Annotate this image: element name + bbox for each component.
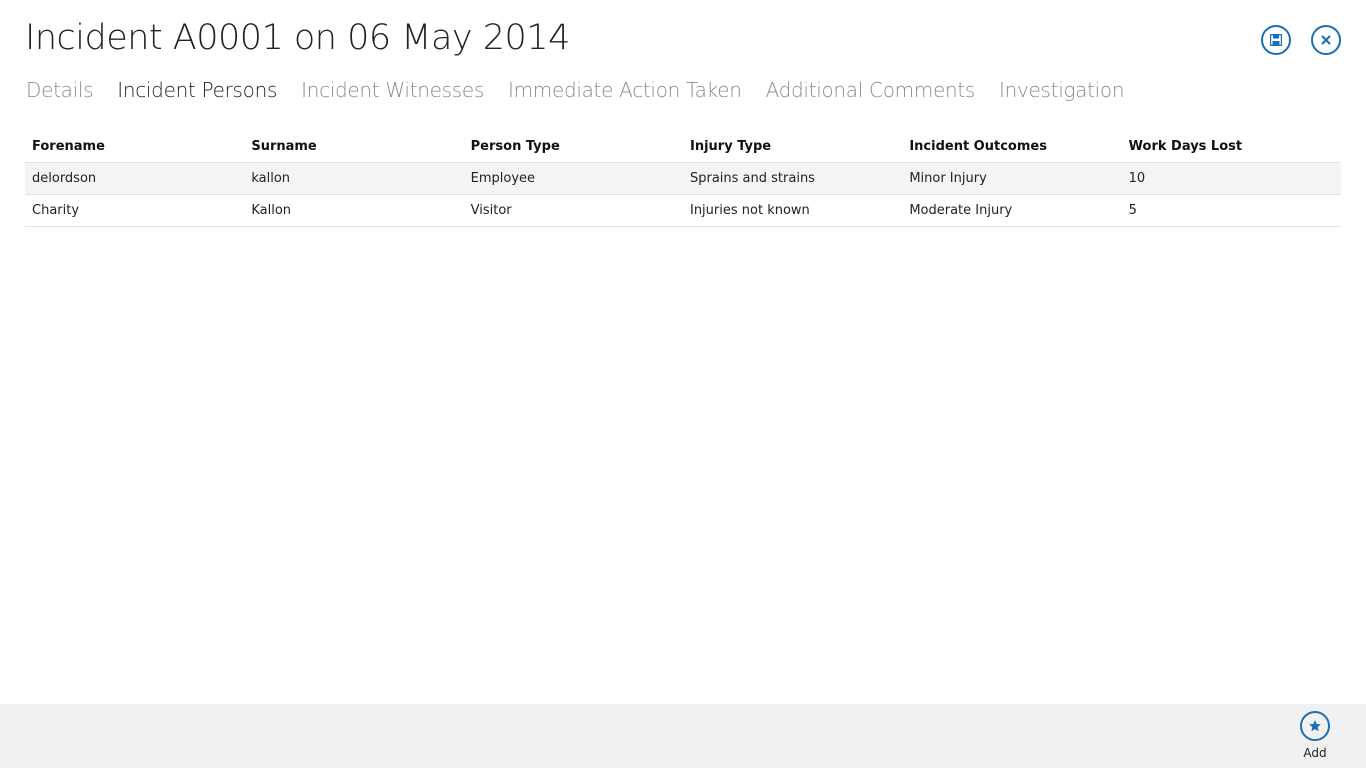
- tab-immediate-action-taken[interactable]: Immediate Action Taken: [508, 78, 742, 102]
- close-icon: [1321, 35, 1331, 45]
- column-header-person-type[interactable]: Person Type: [463, 132, 683, 163]
- tab-bar: Details Incident Persons Incident Witnes…: [26, 78, 1148, 102]
- incident-page: Incident A0001 on 06 May 2014 Details In…: [0, 0, 1366, 768]
- add-button[interactable]: Add: [1300, 711, 1330, 760]
- save-icon: [1270, 34, 1282, 46]
- cell-work-days-lost: 10: [1128, 171, 1146, 186]
- cell-person-type: Visitor: [470, 203, 512, 218]
- column-header-incident-outcomes[interactable]: Incident Outcomes: [902, 132, 1122, 163]
- bottom-app-bar: Add: [0, 704, 1366, 768]
- column-header-injury-type[interactable]: Injury Type: [682, 132, 903, 163]
- cell-forename: delordson: [32, 171, 97, 186]
- cell-incident-outcomes: Minor Injury: [909, 171, 987, 186]
- cell-incident-outcomes: Moderate Injury: [909, 203, 1013, 218]
- table-header-row: Forename Surname Person Type Injury Type…: [25, 132, 1341, 163]
- cell-person-type: Employee: [470, 171, 536, 186]
- column-header-surname[interactable]: Surname: [244, 132, 464, 163]
- cell-forename: Charity: [32, 203, 80, 218]
- save-button[interactable]: [1261, 25, 1291, 55]
- tab-incident-witnesses[interactable]: Incident Witnesses: [301, 78, 484, 102]
- add-button-circle[interactable]: [1300, 711, 1330, 741]
- star-icon: [1309, 720, 1321, 732]
- cell-surname: Kallon: [251, 203, 292, 218]
- cell-injury-type: Sprains and strains: [689, 171, 815, 186]
- cell-surname: kallon: [251, 171, 291, 186]
- add-button-label: Add: [1303, 746, 1327, 760]
- column-header-forename[interactable]: Forename: [25, 132, 245, 163]
- incident-persons-table: Forename Surname Person Type Injury Type…: [25, 132, 1341, 227]
- tab-investigation[interactable]: Investigation: [999, 78, 1125, 102]
- incident-persons-table-container: Forename Surname Person Type Injury Type…: [25, 132, 1341, 227]
- tab-details[interactable]: Details: [26, 78, 94, 102]
- cell-work-days-lost: 5: [1128, 203, 1137, 218]
- page-title: Incident A0001 on 06 May 2014: [25, 18, 570, 58]
- table-row[interactable]: delordson kallon Employee Sprains and st…: [25, 162, 1341, 195]
- tab-additional-comments[interactable]: Additional Comments: [766, 78, 976, 102]
- cell-injury-type: Injuries not known: [689, 203, 810, 218]
- table-row[interactable]: Charity Kallon Visitor Injuries not know…: [25, 195, 1341, 227]
- close-button[interactable]: [1311, 25, 1341, 55]
- header-actions: [1261, 25, 1341, 55]
- column-header-work-days-lost[interactable]: Work Days Lost: [1121, 132, 1341, 163]
- tab-incident-persons[interactable]: Incident Persons: [117, 78, 277, 102]
